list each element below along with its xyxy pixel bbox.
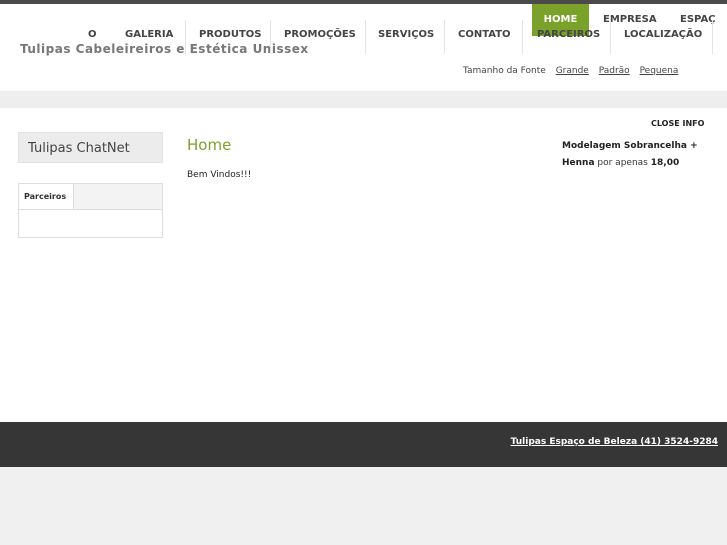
header: Tulipas Cabeleireiros e Estética Unissex… [0,4,727,91]
nav-item-localizacao[interactable]: LOCALIZAÇÃO [624,29,702,40]
nav-divider [610,20,611,54]
nav-divider [522,20,523,54]
header-band [0,91,727,108]
page-title: Home [187,136,232,154]
footer-contact-link[interactable]: Tulipas Espaço de Beleza (41) 3524-9284 [511,437,718,447]
nav-item-o[interactable]: O [88,29,97,40]
font-size-large-link[interactable]: Grande [556,66,589,76]
nav-divider [270,20,271,54]
close-info-button[interactable]: CLOSE INFO [651,119,704,128]
footer: Tulipas Espaço de Beleza (41) 3524-9284 [0,422,727,467]
promo-text: Modelagem Sobrancelha + Henna por apenas… [562,138,712,172]
nav-item-servicos[interactable]: SERVIÇOS [378,29,434,40]
partners-tabs: Parceiros [19,184,162,210]
nav-item-empresa[interactable]: EMPRESA [603,14,657,25]
tab-empty [74,184,162,209]
welcome-text: Bem Vindos!!! [187,170,252,180]
nav-divider [712,20,713,54]
nav-item-promocoes[interactable]: PROMOÇÕES [284,29,356,40]
font-size-controls: Tamanho da Fonte Grande Padrão Pequena [463,66,678,76]
nav-item-galeria[interactable]: GALERIA [125,29,173,40]
main-content: Tulipas ChatNet Parceiros Home Bem Vindo… [0,108,727,422]
nav-item-contato[interactable]: CONTATO [458,29,511,40]
font-size-label: Tamanho da Fonte [463,66,546,76]
promo-price: 18,00 [650,158,680,168]
font-size-default-link[interactable]: Padrão [599,66,630,76]
nav-item-parceiros[interactable]: PARCEIROS [537,29,600,40]
font-size-small-link[interactable]: Pequena [640,66,679,76]
nav-divider [185,20,186,54]
nav-item-produtos[interactable]: PRODUTOS [199,29,261,40]
nav-divider [444,20,445,54]
site-title: Tulipas Cabeleireiros e Estética Unissex [20,42,309,56]
tab-parceiros[interactable]: Parceiros [19,184,74,209]
nav-divider [365,20,366,54]
partners-widget: Parceiros [18,183,163,238]
nav-item-espaco[interactable]: ESPAÇ [680,14,716,25]
promo-description: por apenas [597,158,648,168]
chat-box-title: Tulipas ChatNet [18,132,163,163]
